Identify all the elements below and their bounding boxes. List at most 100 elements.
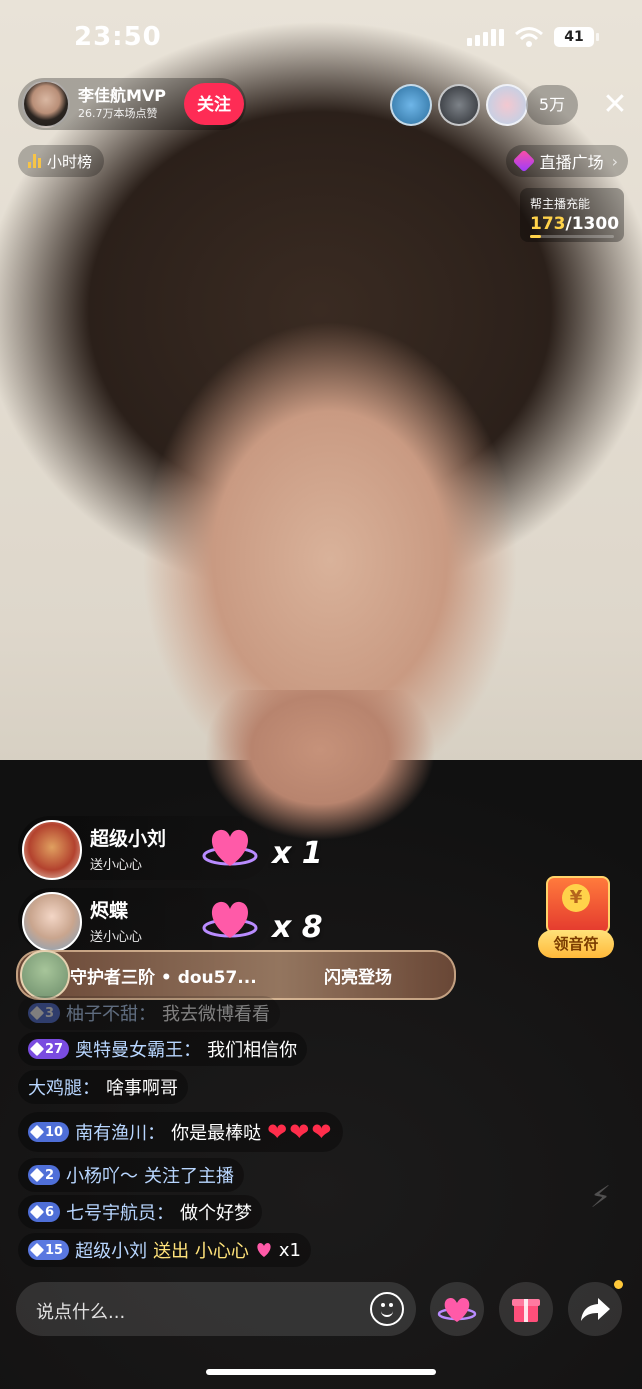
gift-count: x1 [278,1239,301,1261]
charge-value: 173/1300 [530,214,619,234]
heart-emoji: ❤❤❤ [267,1118,334,1146]
chat-message[interactable]: 大鸡腿： 啥事啊哥 [18,1070,188,1104]
gift-sender-avatar[interactable] [22,892,82,952]
signal-icon [467,28,504,46]
chat-username[interactable]: 超级小刘 [75,1237,147,1263]
gift-box-icon [512,1299,540,1322]
chat-message[interactable]: 15 超级小刘 送出 小心心 x1 [18,1233,311,1267]
gift-action: 送小心心 [90,858,143,873]
heart-gift-icon [257,1243,271,1257]
viewer-avatar[interactable] [486,84,528,126]
notification-dot [614,1280,623,1289]
top-viewers[interactable] [390,84,528,126]
gift-sender-avatar[interactable] [22,820,82,880]
chat-username[interactable]: 南有渔川： [75,1119,165,1145]
gift-button[interactable] [499,1282,553,1336]
chat-message[interactable]: 27 奥特曼女霸王： 我们相信你 [18,1032,308,1066]
coin-icon: ¥ [562,884,590,912]
level-badge: 6 [28,1202,61,1222]
heart-gift-icon [202,901,258,938]
hour-rank-button[interactable]: 小时榜 [18,145,105,177]
chat-username[interactable]: 大鸡腿： [28,1074,100,1100]
chat-text: 你是最棒哒 [171,1123,262,1144]
diamond-icon [29,1124,45,1140]
level-badge: 2 [28,1165,61,1185]
level-badge: 10 [28,1122,70,1142]
level-badge: 15 [28,1240,70,1260]
level-badge-value: 3 [45,1005,55,1021]
chat-message[interactable]: 10 南有渔川： 你是最棒哒 ❤❤❤ [18,1112,344,1152]
level-badge: 3 [28,1003,61,1023]
diamond-icon [29,1242,45,1258]
heart-gift-icon [202,829,258,866]
chat-text: 送出 小心心 [153,1241,249,1262]
level-badge-value: 27 [45,1041,64,1057]
guard-banner-action: 闪亮登场 [324,968,392,988]
comment-placeholder: 说点什么... [36,1302,126,1323]
comment-input[interactable]: 说点什么... [16,1282,416,1336]
follow-button[interactable]: 关注 [184,83,244,125]
chevron-right-icon: › [611,151,618,171]
chat-text: 关注了主播 [144,1166,235,1187]
live-plaza-label: 直播广场 [539,153,604,172]
viewer-count[interactable]: 5万 [526,85,578,125]
diamond-icon [29,1167,45,1183]
chat-message[interactable]: 6 七号宇航员： 做个好梦 [18,1195,263,1229]
chat-text: 我去微博看看 [162,1004,271,1025]
chat-username[interactable]: 小杨吖～ [66,1162,138,1188]
bar-chart-icon [28,154,41,168]
level-badge-value: 2 [45,1167,55,1183]
viewer-avatar[interactable] [438,84,480,126]
gem-icon [512,149,535,173]
gift-combo-row[interactable]: 超级小刘 送小心心 [18,816,270,880]
guard-avatar[interactable] [20,950,70,1000]
chat-text: 做个好梦 [180,1203,253,1224]
diamond-icon [29,1204,45,1220]
chat-message[interactable]: 2 小杨吖～ 关注了主播 [18,1158,245,1192]
share-button[interactable] [568,1282,622,1336]
chat-text: 啥事啊哥 [106,1078,178,1099]
battery-icon: 41 [554,27,599,47]
hour-rank-label: 小时榜 [47,152,93,171]
charge-progress-fill [530,235,542,238]
gift-sender-name: 烬蝶 [90,900,129,922]
chat-text: 我们相信你 [207,1040,298,1061]
level-badge: 27 [28,1039,70,1059]
charge-total: /1300 [565,214,620,234]
charge-title: 帮主播充能 [530,197,591,211]
charge-current: 173 [530,214,566,234]
claim-notes-label: 领音符 [538,930,614,958]
gift-sender-name: 超级小刘 [90,828,167,850]
charge-progress-bar [530,235,614,238]
guard-banner-text: 守护者三阶 • dou57... [70,968,257,988]
diamond-icon [29,1041,45,1057]
host-likes: 26.7万本场点赞 [78,107,158,121]
chat-username[interactable]: 奥特曼女霸王： [75,1036,201,1062]
level-badge-value: 10 [45,1124,64,1140]
chat-username[interactable]: 柚子不甜： [66,1000,156,1026]
live-plaza-button[interactable]: 直播广场 › [505,145,628,177]
home-indicator[interactable] [206,1369,436,1375]
gift-combo-count: x 1 [272,836,323,871]
status-time: 23:50 [74,22,162,52]
host-info-pill[interactable]: 李佳航MVP 26.7万本场点赞 关注 [18,78,246,130]
like-heart-button[interactable] [430,1282,484,1336]
chat-username[interactable]: 七号宇航员： [66,1199,174,1225]
viewer-avatar[interactable] [390,84,432,126]
level-badge-value: 15 [45,1242,64,1258]
charge-panel[interactable]: 帮主播充能 173/1300 [520,188,624,242]
gift-combo-row[interactable]: 烬蝶 送小心心 [18,888,270,952]
emoji-icon[interactable] [370,1292,404,1326]
close-icon[interactable]: ✕ [598,88,632,122]
share-icon [581,1298,610,1321]
level-badge-value: 6 [45,1204,55,1220]
host-name: 李佳航MVP [78,85,167,105]
host-avatar[interactable] [22,80,70,128]
diamond-icon [29,1005,45,1021]
wifi-icon [515,27,543,47]
claim-notes-button[interactable]: ¥ 领音符 [536,876,616,960]
guard-entrance-banner[interactable]: 守护者三阶 • dou57... 闪亮登场 [16,950,456,1000]
chat-message[interactable]: 3 柚子不甜： 我去微博看看 [18,996,281,1030]
status-icons: 41 [467,26,599,48]
gift-combo-count: x 8 [272,910,323,945]
